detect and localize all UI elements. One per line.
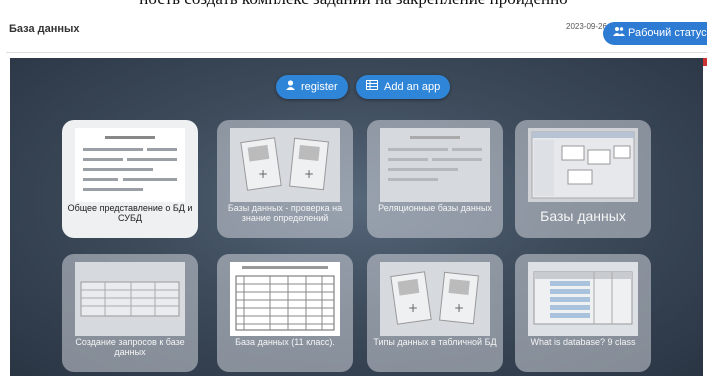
users-icon [613,22,625,45]
table-icon [366,75,378,99]
table-thumbnail [533,271,633,325]
app-thumbnail [75,262,185,336]
app-tile-label: Общее представление о БД и СУБД [67,203,193,223]
app-tile[interactable]: What is database? 9 class [515,254,651,372]
app-thumbnail [380,128,490,202]
add-app-label: Add an app [384,81,441,93]
app-thumbnail [528,128,638,202]
page-caption-text: ность создать комплекс заданий на закреп… [0,0,707,9]
app-thumbnail: + + [230,128,340,202]
svg-text:+: + [454,301,464,315]
screenshot-thumbnail [531,131,635,199]
app-tile-label: Базы данных - проверка на знание определ… [227,203,343,223]
app-tile-label: Создание запросов к базе данных [75,337,185,357]
table-thumbnail [80,281,180,317]
app-tile[interactable]: Общее представление о БД и СУБД [62,120,198,238]
app-tile[interactable]: + + Базы данных - проверка на знание опр… [217,120,353,238]
cards-icon: + + [390,271,479,325]
app-tile-label: What is database? 9 class [530,337,636,347]
user-icon [286,75,295,99]
app-tile[interactable]: + + Типы данных в табличной БД [367,254,503,372]
apps-grid-panel: register Add an app Общее представление … [10,58,703,376]
app-window: База данных 2023-09-26 Рабочий статус re… [6,10,707,376]
app-tile-label: Типы данных в табличной БД [373,337,497,347]
add-app-button[interactable]: Add an app [356,75,451,99]
scroll-marker [703,58,707,66]
app-tile-label: Базы данных [540,208,626,224]
app-tile-label: Реляционные базы данных [378,203,492,213]
svg-text:+: + [304,167,314,181]
app-tile[interactable]: Создание запросов к базе данных [62,254,198,372]
app-tile[interactable]: Реляционные базы данных [367,120,503,238]
work-status-label: Рабочий статус [628,27,707,39]
app-thumbnail: + + [380,262,490,336]
work-status-button[interactable]: Рабочий статус [603,22,707,45]
date-label: 2023-09-26 [566,22,607,31]
svg-text:+: + [258,167,268,181]
svg-text:+: + [408,301,418,315]
register-button[interactable]: register [276,75,348,99]
cards-icon: + + [240,137,329,191]
app-title: База данных [9,23,80,35]
app-tile-label: База данных (11 класс). [235,337,335,347]
app-thumbnail [528,262,638,336]
app-thumbnail [230,262,340,336]
app-tile[interactable]: База данных (11 класс). [217,254,353,372]
table-thumbnail [235,266,335,331]
app-thumbnail [75,128,185,202]
register-label: register [301,81,338,93]
header: База данных 2023-09-26 Рабочий статус [6,10,707,53]
app-tile[interactable]: Базы данных [515,120,651,238]
